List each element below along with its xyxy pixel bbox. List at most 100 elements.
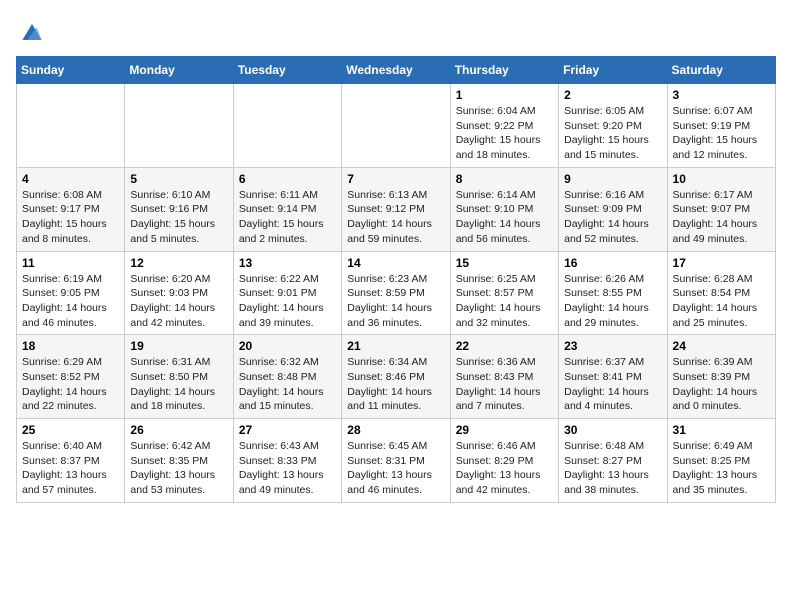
day-number: 4: [22, 172, 119, 186]
day-info: Sunrise: 6:16 AMSunset: 9:09 PMDaylight:…: [564, 188, 661, 247]
calendar-cell: 16 Sunrise: 6:26 AMSunset: 8:55 PMDayligh…: [559, 251, 667, 335]
day-number: 29: [456, 423, 553, 437]
calendar-cell: 10 Sunrise: 6:17 AMSunset: 9:07 PMDayligh…: [667, 167, 775, 251]
day-number: 18: [22, 339, 119, 353]
calendar-week-4: 18 Sunrise: 6:29 AMSunset: 8:52 PMDayligh…: [17, 335, 776, 419]
day-number: 23: [564, 339, 661, 353]
calendar: SundayMondayTuesdayWednesdayThursdayFrid…: [16, 56, 776, 503]
calendar-cell: 2Sunrise: 6:05 AMSunset: 9:20 PMDaylight…: [559, 84, 667, 168]
calendar-cell: 29 Sunrise: 6:46 AMSunset: 8:29 PMDayligh…: [450, 419, 558, 503]
calendar-cell: 8 Sunrise: 6:14 AMSunset: 9:10 PMDaylight…: [450, 167, 558, 251]
calendar-cell: 24 Sunrise: 6:39 AMSunset: 8:39 PMDayligh…: [667, 335, 775, 419]
day-number: 24: [673, 339, 770, 353]
day-info: Sunrise: 6:36 AMSunset: 8:43 PMDaylight:…: [456, 355, 553, 414]
day-number: 17: [673, 256, 770, 270]
weekday-header-friday: Friday: [559, 57, 667, 84]
day-info: Sunrise: 6:23 AMSunset: 8:59 PMDaylight:…: [347, 272, 444, 331]
day-info: Sunrise: 6:04 AMSunset: 9:22 PMDaylight:…: [456, 104, 553, 163]
day-info: Sunrise: 6:13 AMSunset: 9:12 PMDaylight:…: [347, 188, 444, 247]
day-info: Sunrise: 6:29 AMSunset: 8:52 PMDaylight:…: [22, 355, 119, 414]
day-number: 25: [22, 423, 119, 437]
calendar-cell: 14 Sunrise: 6:23 AMSunset: 8:59 PMDayligh…: [342, 251, 450, 335]
day-number: 15: [456, 256, 553, 270]
calendar-cell: 15 Sunrise: 6:25 AMSunset: 8:57 PMDayligh…: [450, 251, 558, 335]
day-info: Sunrise: 6:46 AMSunset: 8:29 PMDaylight:…: [456, 439, 553, 498]
calendar-cell: 19 Sunrise: 6:31 AMSunset: 8:50 PMDayligh…: [125, 335, 233, 419]
day-info: Sunrise: 6:49 AMSunset: 8:25 PMDaylight:…: [673, 439, 770, 498]
day-number: 22: [456, 339, 553, 353]
day-number: 11: [22, 256, 119, 270]
calendar-cell: 20 Sunrise: 6:32 AMSunset: 8:48 PMDayligh…: [233, 335, 341, 419]
calendar-cell: [125, 84, 233, 168]
calendar-cell: 4 Sunrise: 6:08 AMSunset: 9:17 PMDaylight…: [17, 167, 125, 251]
calendar-cell: 5 Sunrise: 6:10 AMSunset: 9:16 PMDaylight…: [125, 167, 233, 251]
calendar-cell: 26 Sunrise: 6:42 AMSunset: 8:35 PMDayligh…: [125, 419, 233, 503]
day-info: Sunrise: 6:40 AMSunset: 8:37 PMDaylight:…: [22, 439, 119, 498]
day-number: 1: [456, 88, 553, 102]
calendar-week-3: 11 Sunrise: 6:19 AMSunset: 9:05 PMDayligh…: [17, 251, 776, 335]
day-number: 5: [130, 172, 227, 186]
calendar-cell: 7Sunrise: 6:13 AMSunset: 9:12 PMDaylight…: [342, 167, 450, 251]
day-info: Sunrise: 6:32 AMSunset: 8:48 PMDaylight:…: [239, 355, 336, 414]
header: [16, 16, 776, 48]
day-info: Sunrise: 6:45 AMSunset: 8:31 PMDaylight:…: [347, 439, 444, 498]
calendar-header: SundayMondayTuesdayWednesdayThursdayFrid…: [17, 57, 776, 84]
calendar-cell: 6 Sunrise: 6:11 AMSunset: 9:14 PMDaylight…: [233, 167, 341, 251]
day-info: Sunrise: 6:14 AMSunset: 9:10 PMDaylight:…: [456, 188, 553, 247]
weekday-header-sunday: Sunday: [17, 57, 125, 84]
calendar-cell: 18 Sunrise: 6:29 AMSunset: 8:52 PMDayligh…: [17, 335, 125, 419]
day-number: 13: [239, 256, 336, 270]
calendar-cell: [17, 84, 125, 168]
day-number: 8: [456, 172, 553, 186]
day-number: 20: [239, 339, 336, 353]
logo: [16, 16, 52, 48]
day-info: Sunrise: 6:08 AMSunset: 9:17 PMDaylight:…: [22, 188, 119, 247]
calendar-cell: 21 Sunrise: 6:34 AMSunset: 8:46 PMDayligh…: [342, 335, 450, 419]
day-number: 27: [239, 423, 336, 437]
day-info: Sunrise: 6:28 AMSunset: 8:54 PMDaylight:…: [673, 272, 770, 331]
calendar-cell: 27 Sunrise: 6:43 AMSunset: 8:33 PMDayligh…: [233, 419, 341, 503]
calendar-cell: 9Sunrise: 6:16 AMSunset: 9:09 PMDaylight…: [559, 167, 667, 251]
day-info: Sunrise: 6:07 AMSunset: 9:19 PMDaylight:…: [673, 104, 770, 163]
calendar-week-5: 25 Sunrise: 6:40 AMSunset: 8:37 PMDayligh…: [17, 419, 776, 503]
day-number: 14: [347, 256, 444, 270]
day-info: Sunrise: 6:34 AMSunset: 8:46 PMDaylight:…: [347, 355, 444, 414]
day-number: 6: [239, 172, 336, 186]
calendar-cell: 3 Sunrise: 6:07 AMSunset: 9:19 PMDaylight…: [667, 84, 775, 168]
calendar-cell: 28 Sunrise: 6:45 AMSunset: 8:31 PMDayligh…: [342, 419, 450, 503]
day-number: 10: [673, 172, 770, 186]
day-info: Sunrise: 6:11 AMSunset: 9:14 PMDaylight:…: [239, 188, 336, 247]
day-info: Sunrise: 6:19 AMSunset: 9:05 PMDaylight:…: [22, 272, 119, 331]
day-info: Sunrise: 6:43 AMSunset: 8:33 PMDaylight:…: [239, 439, 336, 498]
calendar-cell: 11 Sunrise: 6:19 AMSunset: 9:05 PMDayligh…: [17, 251, 125, 335]
day-info: Sunrise: 6:48 AMSunset: 8:27 PMDaylight:…: [564, 439, 661, 498]
logo-icon: [16, 16, 48, 48]
day-number: 3: [673, 88, 770, 102]
day-info: Sunrise: 6:25 AMSunset: 8:57 PMDaylight:…: [456, 272, 553, 331]
calendar-week-2: 4 Sunrise: 6:08 AMSunset: 9:17 PMDaylight…: [17, 167, 776, 251]
calendar-cell: 31Sunrise: 6:49 AMSunset: 8:25 PMDayligh…: [667, 419, 775, 503]
day-number: 28: [347, 423, 444, 437]
day-info: Sunrise: 6:39 AMSunset: 8:39 PMDaylight:…: [673, 355, 770, 414]
day-number: 30: [564, 423, 661, 437]
weekday-header-tuesday: Tuesday: [233, 57, 341, 84]
day-info: Sunrise: 6:26 AMSunset: 8:55 PMDaylight:…: [564, 272, 661, 331]
day-number: 19: [130, 339, 227, 353]
calendar-cell: [342, 84, 450, 168]
day-number: 16: [564, 256, 661, 270]
day-info: Sunrise: 6:17 AMSunset: 9:07 PMDaylight:…: [673, 188, 770, 247]
day-number: 21: [347, 339, 444, 353]
day-info: Sunrise: 6:42 AMSunset: 8:35 PMDaylight:…: [130, 439, 227, 498]
calendar-cell: 25 Sunrise: 6:40 AMSunset: 8:37 PMDayligh…: [17, 419, 125, 503]
day-info: Sunrise: 6:05 AMSunset: 9:20 PMDaylight:…: [564, 104, 661, 163]
day-info: Sunrise: 6:31 AMSunset: 8:50 PMDaylight:…: [130, 355, 227, 414]
calendar-cell: 23Sunrise: 6:37 AMSunset: 8:41 PMDayligh…: [559, 335, 667, 419]
weekday-header-monday: Monday: [125, 57, 233, 84]
calendar-cell: [233, 84, 341, 168]
day-info: Sunrise: 6:10 AMSunset: 9:16 PMDaylight:…: [130, 188, 227, 247]
day-info: Sunrise: 6:20 AMSunset: 9:03 PMDaylight:…: [130, 272, 227, 331]
day-number: 26: [130, 423, 227, 437]
calendar-cell: 22 Sunrise: 6:36 AMSunset: 8:43 PMDayligh…: [450, 335, 558, 419]
calendar-body: 1 Sunrise: 6:04 AMSunset: 9:22 PMDaylight…: [17, 84, 776, 503]
weekday-header-thursday: Thursday: [450, 57, 558, 84]
